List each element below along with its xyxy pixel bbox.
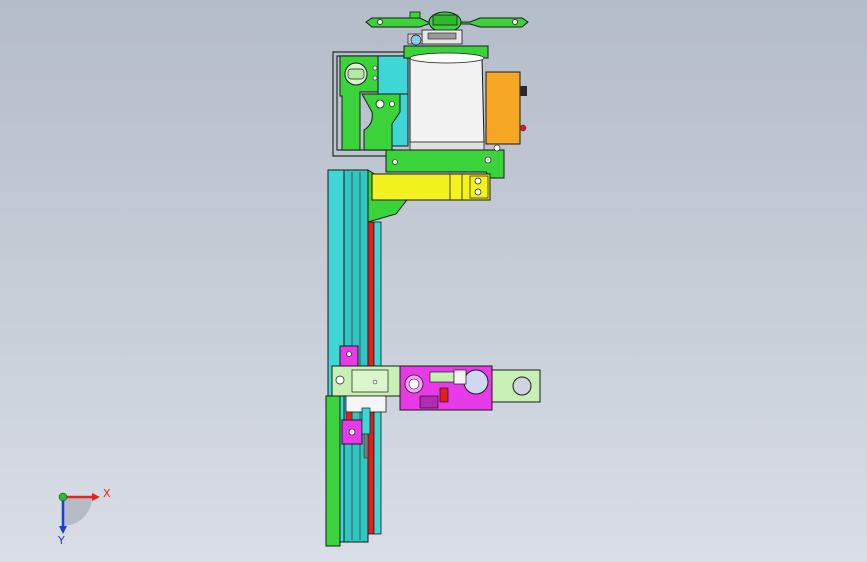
servo-motor[interactable]: [403, 45, 489, 161]
handwheel[interactable]: [365, 11, 529, 33]
cyan-spacer-block[interactable]: [377, 55, 409, 95]
coordinate-triad-icon: X Y: [57, 487, 111, 547]
wheel-hub: [407, 29, 463, 46]
cad-model-drawing[interactable]: X Y: [0, 0, 867, 562]
graphics-viewport[interactable]: X Y: [0, 0, 867, 562]
triad-y-label: Y: [57, 534, 65, 547]
guide-rod[interactable]: [325, 395, 341, 547]
triad-x-label: X: [103, 487, 111, 500]
yellow-arm[interactable]: [371, 173, 491, 201]
motor-terminal-box[interactable]: [485, 71, 527, 145]
motor-base-plate[interactable]: [385, 144, 505, 179]
